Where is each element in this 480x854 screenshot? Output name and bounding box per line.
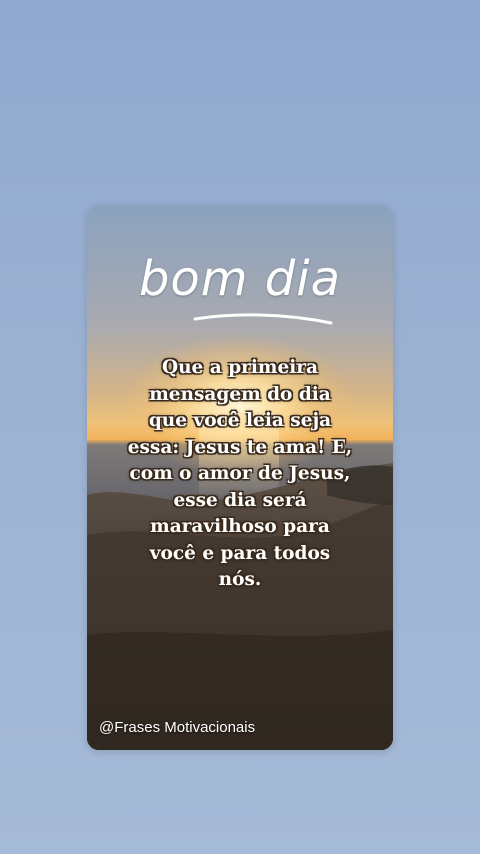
greeting-title: bom dia — [138, 251, 342, 307]
author-handle[interactable]: @Frases Motivacionais — [99, 719, 255, 736]
greeting-underline-icon — [193, 313, 333, 325]
story-message: Que a primeira mensagem do dia que você … — [127, 357, 353, 590]
story-card[interactable]: bom dia Que a primeira mensagem do dia q… — [87, 205, 393, 750]
